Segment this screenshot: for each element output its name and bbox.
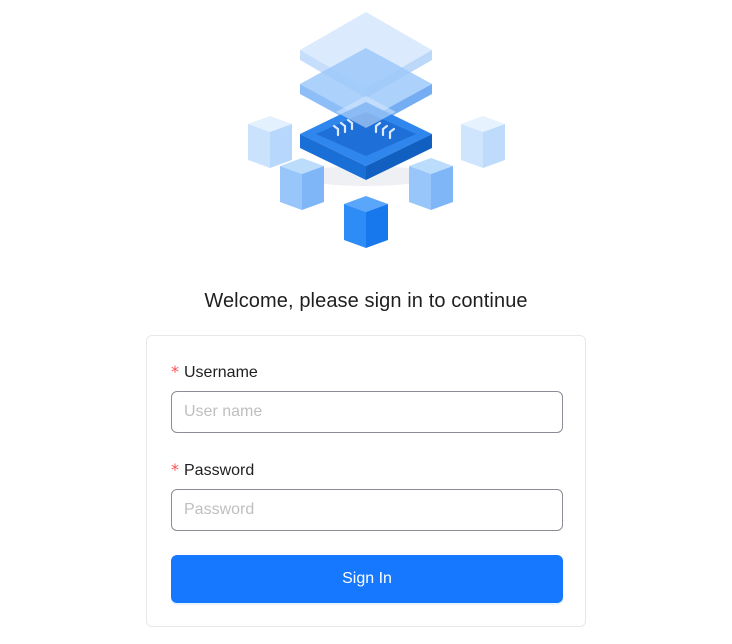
password-input[interactable] bbox=[171, 489, 563, 531]
username-input[interactable] bbox=[171, 391, 563, 433]
login-page: Welcome, please sign in to continue * Use… bbox=[0, 0, 732, 644]
chip-cubes-illustration bbox=[248, 12, 505, 248]
cube-left-near bbox=[280, 158, 324, 210]
password-label: * Password bbox=[171, 460, 254, 480]
sign-in-button[interactable]: Sign In bbox=[171, 555, 563, 603]
cube-left-far bbox=[248, 116, 292, 168]
login-form: * Username * Password Sign In bbox=[146, 335, 586, 627]
page-title: Welcome, please sign in to continue bbox=[204, 290, 528, 312]
cube-right-near bbox=[409, 158, 453, 210]
required-mark: * bbox=[171, 460, 179, 479]
cube-right-far bbox=[461, 116, 505, 168]
username-label: * Username bbox=[171, 362, 258, 382]
password-label-text: Password bbox=[184, 462, 255, 479]
cube-bottom bbox=[344, 196, 388, 248]
username-label-text: Username bbox=[184, 364, 258, 381]
required-mark: * bbox=[171, 362, 179, 381]
